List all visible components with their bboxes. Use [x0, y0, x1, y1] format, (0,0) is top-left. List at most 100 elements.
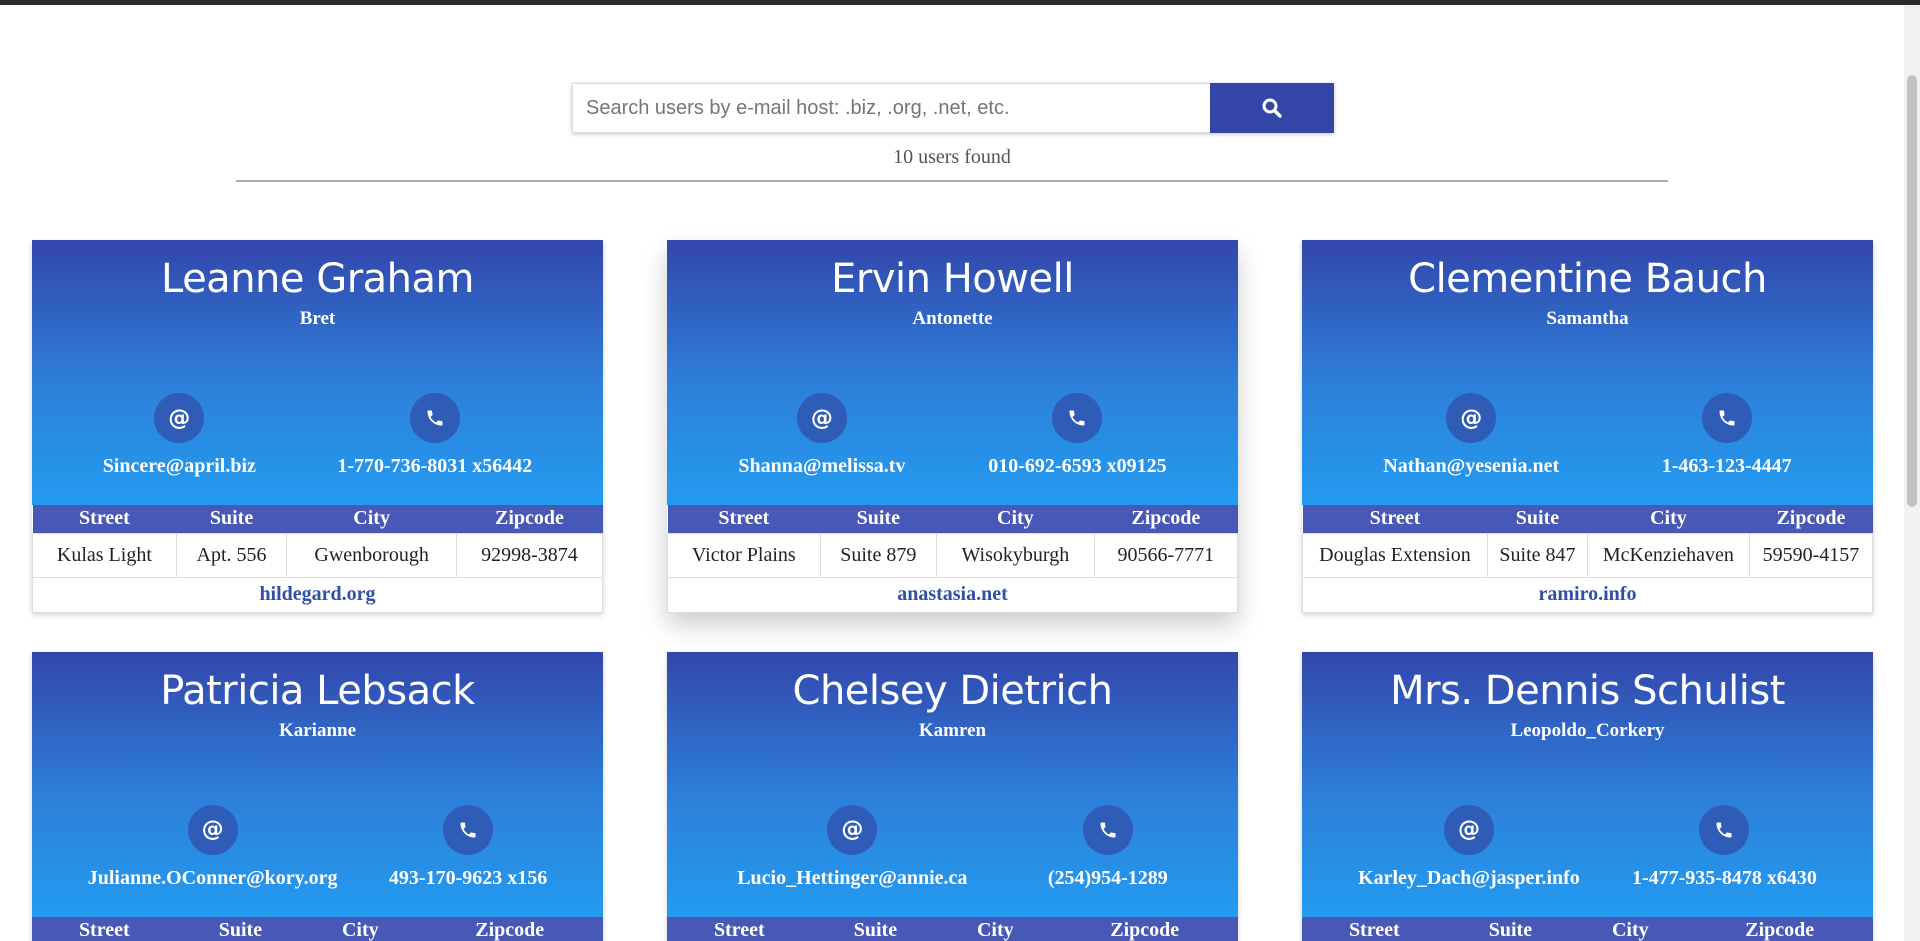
- user-email[interactable]: Karley_Dach@jasper.info: [1358, 867, 1580, 890]
- user-card: Ervin Howell Antonette @ Shanna@melissa.tv 0…: [667, 240, 1239, 613]
- address-city: Gwenborough: [286, 532, 457, 578]
- header-street: Street: [32, 505, 177, 533]
- header-street: Street: [667, 505, 821, 533]
- phone-icon: [460, 822, 476, 837]
- user-contacts: @ Sincere@april.biz 1-770-736-8031 x56442: [32, 393, 603, 478]
- user-name: Chelsey Dietrich: [792, 667, 1113, 714]
- header-suite: Suite: [820, 505, 937, 533]
- user-website-link[interactable]: anastasia.net: [667, 577, 1238, 613]
- header-city: City: [939, 916, 1052, 941]
- user-username: Kamren: [918, 719, 987, 741]
- at-sign-icon: @: [1443, 804, 1494, 855]
- search-bar: [572, 83, 1334, 133]
- header-zipcode: Zipcode: [1051, 916, 1238, 941]
- user-username: Antonette: [912, 308, 993, 329]
- search-button[interactable]: [1210, 83, 1334, 133]
- user-contacts: @ Julianne.OConner@kory.org 493-170-9623 x…: [32, 804, 603, 890]
- address-street: Kulas Light: [32, 532, 177, 578]
- user-website-link[interactable]: ramiro.info: [1302, 577, 1873, 613]
- user-email[interactable]: Lucio_Hettinger@annie.ca: [737, 867, 967, 890]
- phone-contact: (254)954-1289: [1048, 804, 1168, 890]
- phone-icon-badge: [443, 804, 494, 855]
- user-phone[interactable]: 1-477-935-8478 x6430: [1632, 867, 1817, 890]
- user-website-link[interactable]: hildegard.org: [32, 577, 603, 613]
- at-sign-icon: @: [1446, 393, 1497, 443]
- user-phone[interactable]: 010-692-6593 x09125: [988, 455, 1166, 478]
- header-zipcode: Zipcode: [1749, 505, 1873, 533]
- user-username: Samantha: [1546, 308, 1629, 329]
- email-contact: @ Nathan@yesenia.net: [1383, 393, 1559, 478]
- email-contact: @ Lucio_Hettinger@annie.ca: [737, 804, 967, 890]
- phone-icon: [427, 410, 443, 426]
- at-sign-icon: @: [796, 393, 847, 443]
- user-card: Clementine Bauch Samantha @ Nathan@yesenia.…: [1302, 240, 1874, 613]
- phone-contact: 1-477-935-8478 x6430: [1632, 804, 1817, 890]
- address-zipcode: 92998-3874: [455, 532, 604, 578]
- user-name: Patricia Lebsack: [160, 667, 475, 714]
- header-city: City: [936, 505, 1095, 533]
- address-row: Kulas Light Apt. 556 Gwenborough 92998-3874: [32, 532, 604, 578]
- user-email[interactable]: Julianne.OConner@kory.org: [88, 867, 338, 890]
- header-suite: Suite: [811, 916, 940, 941]
- user-card-header: Ervin Howell Antonette @ Shanna@melissa.tv 0…: [667, 240, 1238, 505]
- email-contact: @ Julianne.OConner@kory.org: [88, 804, 338, 890]
- user-phone[interactable]: (254)954-1289: [1048, 867, 1168, 890]
- phone-icon: [1100, 822, 1116, 837]
- user-contacts: @ Shanna@melissa.tv 010-692-6593 x09125: [667, 393, 1238, 478]
- search-input[interactable]: [572, 83, 1210, 133]
- address-suite: Suite 847: [1486, 532, 1589, 578]
- address-city: Wisokyburgh: [936, 532, 1095, 578]
- header-city: City: [286, 505, 457, 533]
- scrollbar[interactable]: [1904, 5, 1920, 941]
- user-email[interactable]: Shanna@melissa.tv: [738, 455, 905, 478]
- phone-contact: 1-770-736-8031 x56442: [337, 393, 532, 478]
- search-icon: [1262, 98, 1282, 118]
- user-phone[interactable]: 493-170-9623 x156: [389, 867, 547, 890]
- phone-icon-badge: [1701, 393, 1752, 443]
- at-sign-icon: @: [187, 804, 238, 855]
- address-table: Street Suite City Zipcode Kulas Light Apt. 55…: [32, 505, 604, 578]
- user-card-header: Patricia Lebsack Karianne @ Julianne.OConne…: [32, 651, 603, 917]
- user-name: Clementine Bauch: [1408, 256, 1767, 302]
- phone-icon-badge: [409, 393, 460, 443]
- user-email[interactable]: Sincere@april.biz: [103, 455, 256, 478]
- address-table: Street Suite City Zipcode Douglas Extension S…: [1302, 505, 1874, 578]
- header-street: Street: [1302, 505, 1488, 533]
- scrollbar-thumb[interactable]: [1907, 75, 1917, 507]
- user-card-header: Leanne Graham Bret @ Sincere@april.biz 1-770…: [32, 240, 603, 505]
- address-zipcode: 90566-7771: [1093, 532, 1239, 578]
- user-username: Karianne: [278, 719, 357, 741]
- header-zipcode: Zipcode: [456, 505, 603, 533]
- header-city: City: [1587, 505, 1750, 533]
- header-street: Street: [32, 916, 177, 941]
- address-table: Street Suite City Zipcode: [1302, 916, 1873, 941]
- phone-icon-badge: [1082, 804, 1133, 855]
- phone-icon: [1716, 822, 1732, 837]
- user-phone[interactable]: 1-770-736-8031 x56442: [337, 455, 532, 478]
- header-city: City: [1574, 916, 1687, 941]
- address-suite: Suite 879: [819, 532, 938, 578]
- user-email[interactable]: Nathan@yesenia.net: [1383, 455, 1559, 478]
- header-street: Street: [1302, 916, 1447, 941]
- address-table: Street Suite City Zipcode Victor Plains Suite…: [667, 505, 1239, 578]
- address-row: Douglas Extension Suite 847 McKenziehaven 5…: [1302, 532, 1874, 578]
- user-card-header: Mrs. Dennis Schulist Leopoldo_Corkery @ Kar…: [1302, 651, 1873, 917]
- email-contact: @ Karley_Dach@jasper.info: [1358, 804, 1580, 890]
- user-name: Leanne Graham: [160, 256, 475, 302]
- phone-icon-badge: [1699, 804, 1750, 855]
- phone-icon-badge: [1052, 393, 1103, 443]
- user-card: Mrs. Dennis Schulist Leopoldo_Corkery @ Kar…: [1302, 651, 1873, 941]
- at-sign-icon: @: [154, 393, 205, 443]
- user-username: Bret: [299, 308, 336, 329]
- user-card-grid: Leanne Graham Bret @ Sincere@april.biz 1-770…: [32, 240, 1874, 941]
- user-username: Leopoldo_Corkery: [1510, 719, 1665, 741]
- results-count: 10 users found: [893, 146, 1011, 168]
- user-phone[interactable]: 1-463-123-4447: [1662, 455, 1792, 478]
- user-card-header: Chelsey Dietrich Kamren @ Lucio_Hettinger@a…: [667, 651, 1238, 917]
- user-contacts: @ Karley_Dach@jasper.info 1-477-935-8478 x…: [1302, 804, 1873, 890]
- header-street: Street: [667, 916, 812, 941]
- header-zipcode: Zipcode: [1686, 916, 1873, 941]
- phone-icon: [1719, 410, 1735, 426]
- address-street: Victor Plains: [667, 532, 821, 578]
- header-zipcode: Zipcode: [1094, 505, 1238, 533]
